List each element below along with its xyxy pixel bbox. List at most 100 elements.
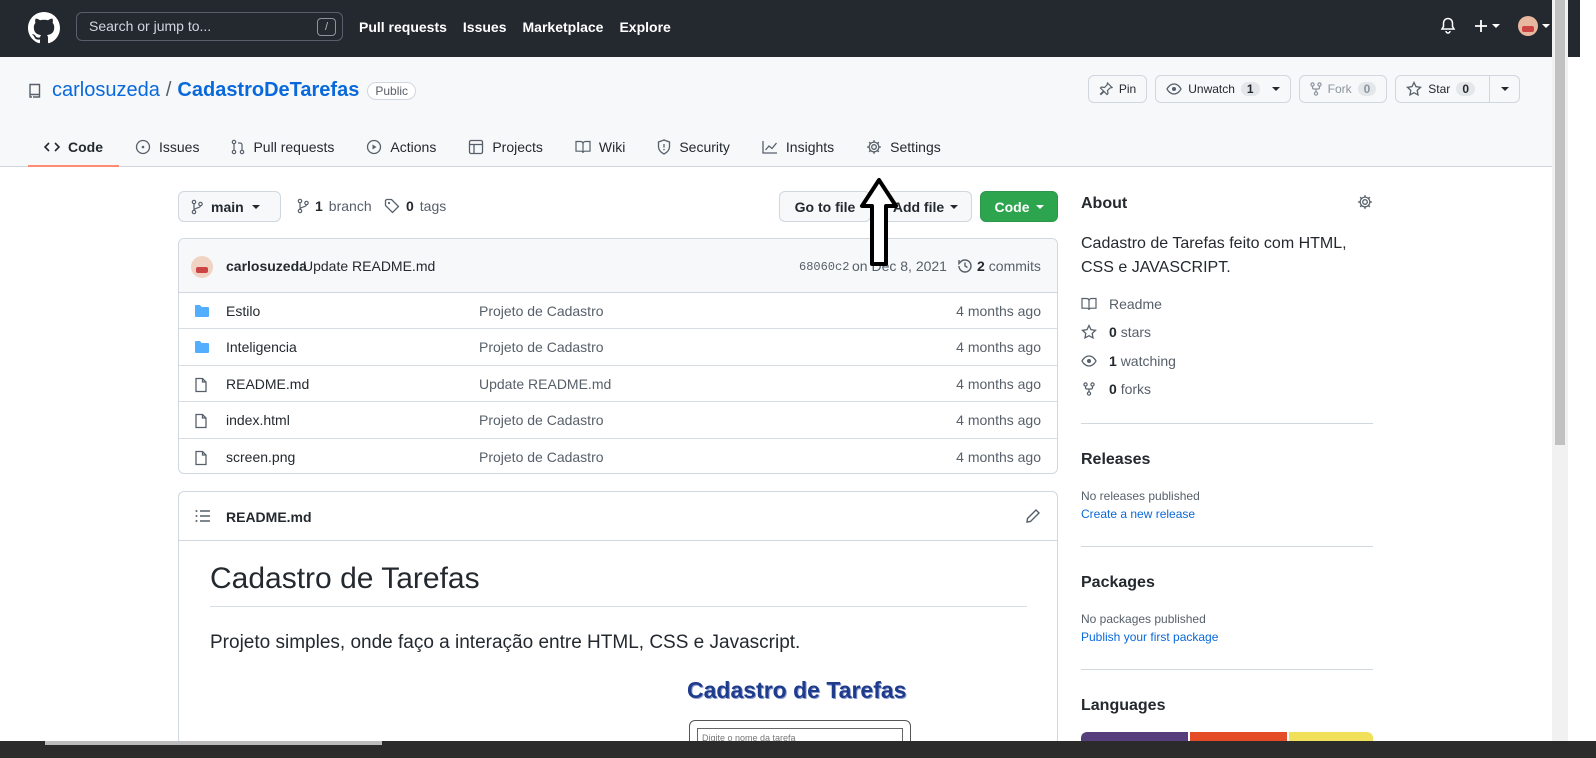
file-name[interactable]: screen.png <box>226 449 295 465</box>
tab-code[interactable]: Code <box>28 127 119 167</box>
latest-commit: carlosuzeda Update README.md 68060c2 on … <box>179 239 1057 293</box>
file-name[interactable]: README.md <box>226 376 309 392</box>
fork-icon <box>1309 82 1322 96</box>
readme-link[interactable]: Readme <box>1081 296 1162 312</box>
stars-link[interactable]: 0 stars <box>1081 324 1151 340</box>
tab-wiki[interactable]: Wiki <box>559 127 641 167</box>
readme-screenshot-title: Cadastro de Tarefas <box>687 677 907 703</box>
table-row[interactable]: screen.png Projeto de Cadastro 4 months ag… <box>179 439 1057 473</box>
commit-sha[interactable]: 68060c2 <box>799 260 849 274</box>
commits-link[interactable]: 2 commits <box>957 258 1041 274</box>
packages-empty-text: No packages published <box>1081 612 1206 626</box>
file-name[interactable]: Estilo <box>226 303 260 319</box>
vertical-scrollbar[interactable] <box>1552 0 1568 758</box>
chevron-down-icon <box>1035 204 1044 209</box>
stars-count: 0 <box>1109 324 1117 340</box>
file-commit-message[interactable]: Update README.md <box>479 376 611 392</box>
nav-issues[interactable]: Issues <box>463 19 507 35</box>
nav-pull-requests[interactable]: Pull requests <box>359 19 447 35</box>
file-name[interactable]: index.html <box>226 412 290 428</box>
tab-security[interactable]: Security <box>641 127 746 167</box>
search-input[interactable]: Search or jump to... / <box>76 12 343 41</box>
notifications-bell-icon[interactable] <box>1440 17 1456 35</box>
add-file-label: Add file <box>892 198 945 215</box>
global-header: Search or jump to... / Pull requests Iss… <box>0 0 1580 57</box>
tab-settings[interactable]: Settings <box>850 127 957 167</box>
nav-marketplace[interactable]: Marketplace <box>523 19 604 35</box>
forks-count: 0 <box>1109 381 1117 397</box>
user-menu[interactable] <box>1518 16 1550 36</box>
commit-author[interactable]: carlosuzeda <box>226 258 307 274</box>
readme-paragraph: Projeto simples, onde faço a interação e… <box>210 632 801 653</box>
gear-icon[interactable] <box>1357 194 1373 210</box>
tags-link[interactable]: 0 tags <box>384 198 446 214</box>
global-nav: Pull requests Issues Marketplace Explore <box>359 19 671 35</box>
watching-link[interactable]: 1 watching <box>1081 353 1176 369</box>
file-commit-message[interactable]: Projeto de Cadastro <box>479 412 604 428</box>
code-icon <box>44 141 60 153</box>
branch-name: main <box>211 198 244 215</box>
file-commit-message[interactable]: Projeto de Cadastro <box>479 303 604 319</box>
file-commit-message[interactable]: Projeto de Cadastro <box>479 449 604 465</box>
avatar[interactable] <box>191 256 213 278</box>
file-list: carlosuzeda Update README.md 68060c2 on … <box>178 238 1058 474</box>
star-button[interactable]: Star 0 <box>1395 75 1520 103</box>
branch-selector[interactable]: main <box>178 191 281 222</box>
table-row[interactable]: README.md Update README.md 4 months ago <box>179 366 1057 403</box>
github-logo-icon[interactable] <box>28 12 60 44</box>
chevron-down-icon <box>950 204 959 209</box>
visibility-badge: Public <box>367 81 417 100</box>
create-release-link[interactable]: Create a new release <box>1081 507 1195 521</box>
up-arrow-annotation-icon <box>858 176 900 268</box>
create-new-plus-icon[interactable] <box>1474 19 1500 33</box>
table-row[interactable]: Inteligencia Projeto de Cadastro 4 months … <box>179 329 1057 366</box>
taskbar-segment <box>45 741 382 745</box>
tab-issues[interactable]: Issues <box>119 127 215 167</box>
search-shortcut-key: / <box>317 18 336 36</box>
gear-icon <box>866 139 882 155</box>
fork-button[interactable]: Fork 0 <box>1298 75 1388 103</box>
nav-explore[interactable]: Explore <box>619 19 670 35</box>
publish-package-link[interactable]: Publish your first package <box>1081 630 1218 644</box>
search-placeholder: Search or jump to... <box>89 18 212 34</box>
tags-count: 0 <box>406 198 414 214</box>
tab-actions[interactable]: Actions <box>350 127 452 167</box>
forks-link[interactable]: 0 forks <box>1081 381 1151 397</box>
table-row[interactable]: index.html Projeto de Cadastro 4 months ag… <box>179 402 1057 439</box>
issue-icon <box>135 139 151 155</box>
tab-insights[interactable]: Insights <box>746 127 850 167</box>
shield-icon <box>657 139 671 155</box>
star-label: Star <box>1428 82 1451 96</box>
file-commit-message[interactable]: Projeto de Cadastro <box>479 339 604 355</box>
file-age: 4 months ago <box>956 412 1041 429</box>
list-unordered-icon[interactable] <box>195 509 211 523</box>
packages-heading[interactable]: Packages <box>1081 574 1155 592</box>
scrollbar-thumb[interactable] <box>1555 0 1565 445</box>
repo-name-link[interactable]: CadastroDeTarefas <box>177 79 359 102</box>
code-button-label: Code <box>994 198 1030 215</box>
languages-heading: Languages <box>1081 697 1166 714</box>
eye-icon <box>1166 83 1182 95</box>
tab-issues-label: Issues <box>159 139 200 155</box>
unwatch-button[interactable]: Unwatch 1 <box>1155 75 1291 103</box>
tab-pull-requests[interactable]: Pull requests <box>215 127 350 167</box>
table-row[interactable]: Estilo Projeto de Cadastro 4 months ago <box>179 293 1057 330</box>
repo-header: carlosuzeda / CadastroDeTarefas Public P… <box>0 57 1552 167</box>
code-button[interactable]: Code <box>980 191 1058 222</box>
star-dropdown[interactable] <box>1489 76 1519 102</box>
file-name[interactable]: Inteligencia <box>226 339 297 355</box>
releases-heading[interactable]: Releases <box>1081 451 1150 469</box>
commit-count: 2 <box>977 258 985 274</box>
pin-icon <box>1099 82 1113 96</box>
pin-button[interactable]: Pin <box>1087 75 1148 103</box>
branches-link[interactable]: 1 branch <box>297 198 372 214</box>
repo-owner-link[interactable]: carlosuzeda <box>52 79 160 102</box>
history-icon <box>957 258 973 274</box>
branches-count: 1 <box>315 198 323 214</box>
pencil-icon[interactable] <box>1025 508 1041 524</box>
commit-message[interactable]: Update README.md <box>303 258 435 274</box>
tab-settings-label: Settings <box>890 139 941 155</box>
forks-label: forks <box>1120 381 1152 397</box>
chevron-down-icon <box>1271 87 1280 91</box>
tab-projects[interactable]: Projects <box>452 127 559 167</box>
